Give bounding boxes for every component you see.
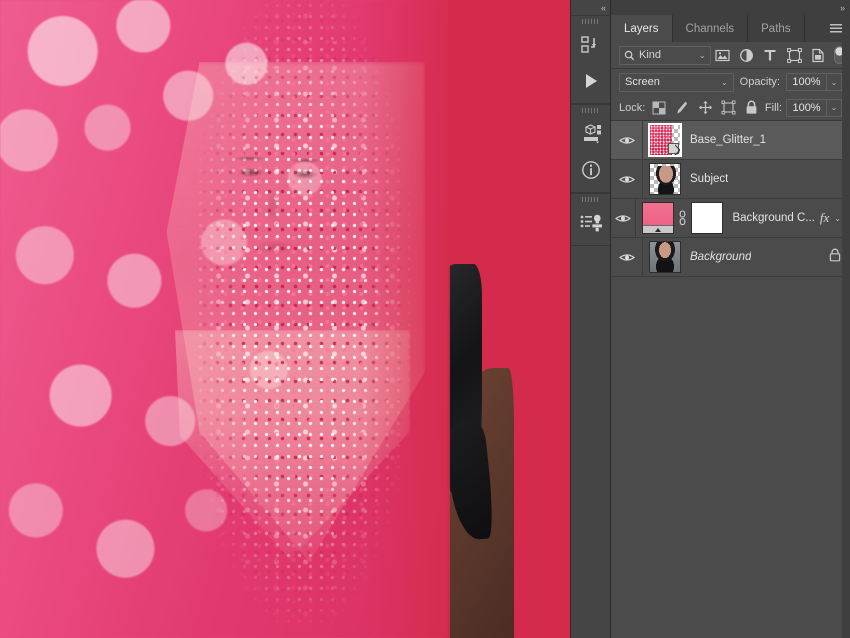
layer-row-background-color[interactable]: Background C... fx ⌄ (611, 199, 850, 238)
lock-artboard-nesting-icon[interactable] (719, 98, 738, 118)
actions-icon[interactable] (571, 27, 610, 63)
layer-name[interactable]: Background C... (732, 212, 814, 224)
layer-thumbnail[interactable] (642, 202, 675, 234)
photoshop-window: « » Layers Channels Paths Kind ⌄ Screen … (0, 0, 850, 638)
lock-icon (829, 248, 841, 267)
dock-grip[interactable] (571, 105, 610, 116)
canvas-glitter-falloff (360, 0, 450, 638)
lock-position-icon[interactable] (696, 98, 715, 118)
lock-all-icon[interactable] (742, 98, 761, 118)
lock-label: Lock: (619, 101, 646, 114)
layer-thumbnail-wrap[interactable] (643, 163, 681, 195)
fill-caret-icon[interactable]: ⌄ (826, 98, 843, 117)
blend-mode-value: Screen (625, 76, 660, 88)
layer-thumbnail-wrap[interactable] (643, 241, 681, 273)
layer-thumbnail[interactable] (649, 163, 681, 195)
layer-name[interactable]: Background (690, 251, 751, 263)
canvas-face-nose (266, 190, 280, 224)
layer-row-subject[interactable]: Subject (611, 160, 850, 199)
layers-panel-empty-area[interactable] (611, 277, 850, 638)
thumbnail-art-photo (650, 242, 680, 272)
layer-mask-thumbnail[interactable] (691, 202, 724, 234)
panel-right-gutter (842, 15, 850, 638)
layer-name[interactable]: Subject (690, 173, 728, 185)
layer-thumbnail[interactable] (649, 241, 681, 273)
canvas-face-eye-right (292, 170, 318, 179)
tab-layers[interactable]: Layers (611, 15, 673, 42)
type-layer-filter-icon[interactable] (758, 44, 782, 66)
dock-grip[interactable] (571, 194, 610, 205)
clone-source-icon[interactable] (571, 205, 610, 241)
layer-visibility-toggle[interactable] (611, 121, 643, 159)
tab-channels[interactable]: Channels (673, 15, 749, 42)
layer-effects-expand-icon[interactable]: ⌄ (834, 214, 841, 223)
lock-row: Lock: Fill: 100% ⌄ (611, 95, 850, 121)
panel-expand-button[interactable]: » (611, 0, 850, 15)
layer-name[interactable]: Base_Glitter_1 (690, 134, 766, 146)
eye-icon (618, 136, 635, 144)
info-icon[interactable] (571, 152, 610, 188)
opacity-label: Opacity: (739, 76, 780, 88)
canvas-face-brow-right (290, 158, 322, 163)
smart-object-badge-icon (668, 143, 679, 154)
fill-input[interactable]: 100% (786, 98, 827, 117)
filter-kind-label: Kind (639, 49, 662, 61)
dock-group-actions (571, 15, 610, 104)
thumbnail-gradient-slider (643, 225, 674, 233)
filter-kind-select[interactable]: Kind ⌄ (619, 45, 711, 65)
layer-effects-fx-icon[interactable]: fx (820, 210, 829, 226)
layer-visibility-toggle[interactable] (611, 199, 637, 237)
dock-grip[interactable] (571, 16, 610, 27)
chevron-down-icon: ⌄ (698, 50, 706, 60)
canvas-face-lips (256, 240, 296, 254)
layer-visibility-toggle[interactable] (611, 238, 643, 276)
layer-row-right: Background C... fx ⌄ (723, 210, 850, 226)
chevron-down-icon: ⌄ (720, 77, 728, 87)
opacity-control[interactable]: 100% ⌄ (786, 73, 842, 91)
shape-layer-filter-icon[interactable] (782, 44, 806, 66)
layer-thumbnail[interactable] (648, 123, 682, 157)
pixel-layer-filter-icon[interactable] (711, 44, 735, 66)
layers-panel: » Layers Channels Paths Kind ⌄ Screen ⌄ … (610, 0, 850, 638)
adjustment-layer-filter-icon[interactable] (735, 44, 759, 66)
lock-transparent-pixels-icon[interactable] (649, 98, 668, 118)
blend-mode-row: Screen ⌄ Opacity: 100% ⌄ (611, 69, 850, 95)
canvas-face-brow-left (234, 156, 266, 161)
document-canvas[interactable] (0, 0, 570, 638)
eye-icon (618, 175, 635, 183)
panel-tab-row: Layers Channels Paths (611, 15, 850, 42)
layer-visibility-toggle[interactable] (611, 160, 643, 198)
fill-control[interactable]: 100% ⌄ (786, 98, 843, 117)
lock-image-pixels-icon[interactable] (672, 98, 691, 118)
layer-mask-link-icon[interactable] (678, 210, 687, 226)
eye-icon (618, 253, 635, 261)
layer-thumbnail-wrap[interactable] (636, 202, 724, 234)
fill-label: Fill: (764, 101, 783, 114)
dock-group-clone-source (571, 193, 610, 246)
tab-paths[interactable]: Paths (748, 15, 805, 42)
layer-row-base-glitter-1[interactable]: Base_Glitter_1 (611, 121, 850, 160)
blend-mode-select[interactable]: Screen ⌄ (619, 72, 734, 92)
collapsed-panel-dock: « (570, 0, 610, 638)
search-icon (624, 50, 635, 60)
opacity-caret-icon[interactable]: ⌄ (826, 73, 842, 91)
properties-3d-icon[interactable] (571, 116, 610, 152)
eye-icon (615, 214, 632, 222)
opacity-input[interactable]: 100% (786, 73, 826, 91)
play-icon[interactable] (571, 63, 610, 99)
layer-row-background[interactable]: Background (611, 238, 850, 277)
layers-list: Base_Glitter_1 Subject Background C... f… (611, 121, 850, 277)
layer-filter-row: Kind ⌄ (611, 42, 850, 69)
smart-object-filter-icon[interactable] (806, 44, 830, 66)
thumbnail-art-person-cutout (655, 166, 677, 194)
layer-thumbnail-wrap[interactable] (643, 123, 682, 157)
dock-group-properties (571, 104, 610, 193)
dock-collapse-button[interactable]: « (571, 0, 610, 15)
canvas-face-eye-left (238, 168, 264, 177)
